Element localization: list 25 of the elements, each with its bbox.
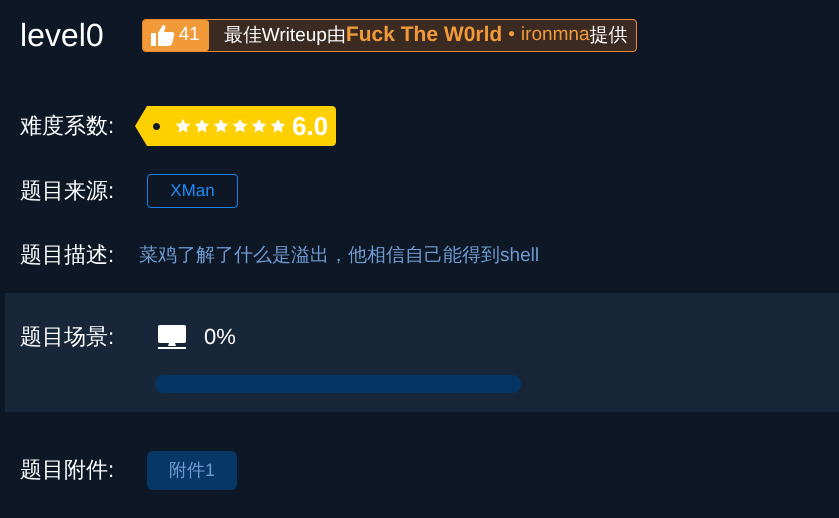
- star-icon: [251, 118, 267, 134]
- field-label: 题目来源:: [20, 177, 116, 205]
- author-link[interactable]: ironmna: [520, 24, 590, 46]
- difficulty-score: 6.0: [292, 110, 328, 142]
- tag-hole-icon: [153, 123, 160, 130]
- progress-percent: 0%: [204, 324, 236, 350]
- star-icon: [194, 118, 210, 134]
- separator-dot: •: [508, 24, 515, 46]
- challenge-title: level0: [20, 16, 104, 55]
- field-label: 题目描述:: [20, 241, 116, 269]
- star-icon: [270, 118, 286, 134]
- description-text: 菜鸡了解了什么是溢出，他相信自己能得到shell: [139, 244, 540, 268]
- source-tag: XMan: [147, 174, 238, 208]
- star-icon: [232, 118, 248, 134]
- field-label: 题目附件:: [20, 456, 116, 484]
- writeup-prefix: 最佳Writeup由: [224, 24, 346, 48]
- star-icon: [175, 118, 191, 134]
- field-label: 题目场景:: [20, 323, 116, 351]
- writeup-suffix: 提供: [590, 24, 628, 48]
- team-link[interactable]: Fuck The W0rld: [346, 23, 502, 47]
- thumbs-up-icon: [150, 24, 175, 46]
- star-icon: [213, 118, 229, 134]
- attachment-button[interactable]: 附件1: [147, 450, 237, 490]
- field-label: 难度系数:: [20, 112, 116, 140]
- monitor-icon: [158, 325, 186, 349]
